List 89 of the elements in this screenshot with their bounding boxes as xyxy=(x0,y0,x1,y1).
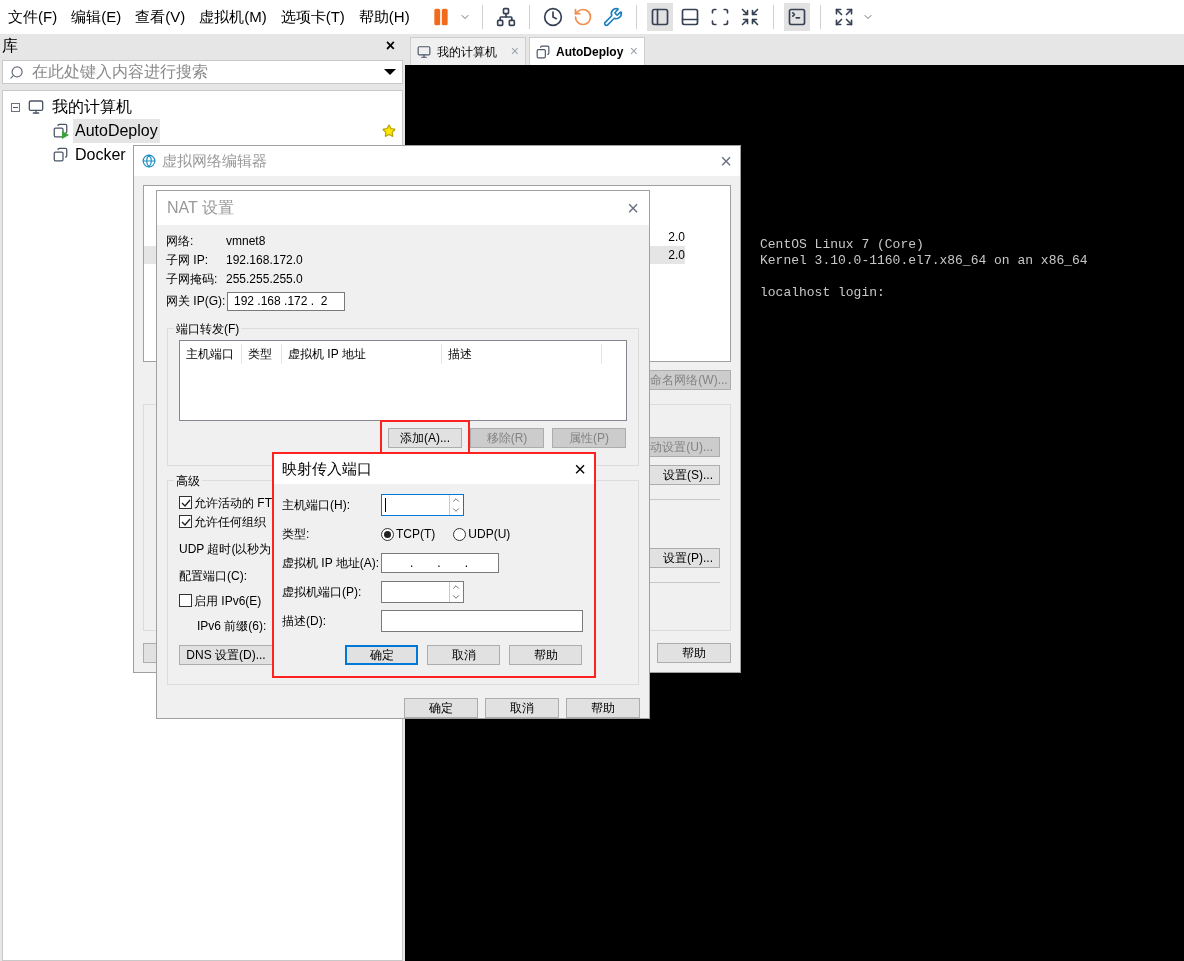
tree-item[interactable]: AutoDeploy xyxy=(73,119,160,143)
menu-item[interactable]: 查看(V) xyxy=(135,5,186,29)
panel-left-icon xyxy=(649,7,670,27)
menu-item[interactable]: 虚拟机(M) xyxy=(199,5,267,29)
column-header: 描述 xyxy=(442,344,602,364)
checkbox[interactable] xyxy=(179,594,192,607)
search-placeholder: 在此处键入内容进行搜索 xyxy=(32,62,209,82)
group-label: 端口转发(F) xyxy=(174,320,242,338)
dialog-title: NAT 设置 xyxy=(167,198,235,218)
toolbar-button[interactable] xyxy=(646,3,673,31)
globe-icon xyxy=(142,154,156,168)
fullscreen-icon xyxy=(709,7,730,27)
spin-field[interactable] xyxy=(381,581,464,603)
panel-bottom-icon xyxy=(679,7,700,27)
field-label: 网关 IP(G): xyxy=(166,293,227,310)
field-label: 虚拟机 IP 地址(A): xyxy=(282,555,381,572)
field-label: 主机端口(H): xyxy=(282,497,351,514)
close-button[interactable]: × xyxy=(574,454,586,484)
collapse-toggle[interactable] xyxy=(11,102,20,112)
console-line: Kernel 3.10.0-1160.el7.x86_64 on an x86_64 xyxy=(760,253,1089,269)
expand-icon xyxy=(833,7,854,27)
table-cell-text: 2.0 xyxy=(668,247,685,264)
tree-item[interactable]: Docker xyxy=(73,143,128,167)
field-label: 网络: xyxy=(166,232,195,250)
clock-icon xyxy=(542,7,563,27)
column-header: 类型 xyxy=(242,344,282,364)
monitor-icon xyxy=(28,99,44,115)
field-label: 虚拟机端口(P): xyxy=(282,584,363,601)
field-label: 子网 IP: xyxy=(166,251,209,269)
radio-button[interactable] xyxy=(453,527,467,541)
field-value: vmnet8 xyxy=(226,232,266,250)
close-button[interactable]: × xyxy=(627,193,639,223)
wrench-icon xyxy=(602,7,623,27)
field-value: 192.168.172.0 xyxy=(226,251,303,269)
field-value: 255.255.255.0 xyxy=(226,270,303,288)
dialog-button[interactable]: 取消 xyxy=(427,645,500,665)
checkbox[interactable] xyxy=(179,515,192,528)
radio-label: TCP(T) xyxy=(396,526,436,543)
tab[interactable]: AutoDeploy × xyxy=(529,37,645,65)
dialog-button[interactable]: 帮助 xyxy=(509,645,582,665)
terminal-icon xyxy=(786,7,807,27)
monitor-icon xyxy=(417,44,431,59)
field-label: 配置端口(C): xyxy=(179,567,247,585)
dialog-button[interactable]: 帮助 xyxy=(566,698,640,718)
description-field[interactable] xyxy=(381,610,583,632)
search-icon xyxy=(9,64,24,80)
checkbox[interactable] xyxy=(179,496,192,509)
dialog-title: 映射传入端口 xyxy=(282,458,373,479)
ip-field[interactable]: 192 .168 .172 . 2 xyxy=(227,291,345,311)
close-button[interactable]: × xyxy=(720,146,732,176)
field-label: UDP 超时(以秒为 xyxy=(179,540,272,558)
close-button[interactable]: × xyxy=(385,34,395,58)
dialog-button[interactable]: 取消 xyxy=(485,698,559,718)
spin-field[interactable] xyxy=(381,494,464,516)
dialog-button[interactable]: 确定 xyxy=(345,645,418,665)
checkbox-label: 允许活动的 FT xyxy=(194,494,272,512)
dialog-button[interactable]: 确定 xyxy=(404,698,478,718)
network-icon xyxy=(495,7,516,27)
ip-field[interactable]: . . . xyxy=(381,553,499,573)
column-header: 虚拟机 IP 地址 xyxy=(282,344,442,364)
window-title: 虚拟网络编辑器 xyxy=(162,150,268,171)
search-field[interactable]: 在此处键入内容进行搜索 xyxy=(2,60,403,84)
field-label: 子网掩码: xyxy=(166,270,219,288)
menu-item[interactable]: 选项卡(T) xyxy=(280,5,345,29)
dialog-button[interactable]: 帮助 xyxy=(657,643,731,663)
console-line: localhost login: xyxy=(760,285,886,301)
text-cursor xyxy=(385,498,386,512)
menu-item[interactable]: 编辑(E) xyxy=(71,5,122,29)
menu-item[interactable]: 帮助(H) xyxy=(358,5,410,29)
checkbox-label: 允许任何组织 xyxy=(194,513,266,531)
vm-icon xyxy=(536,44,550,59)
radio-button[interactable] xyxy=(381,527,394,541)
radio-label: UDP(U) xyxy=(468,526,511,543)
field-label: 描述(D): xyxy=(282,613,327,630)
column-header: 主机端口 xyxy=(180,344,242,364)
shrink-icon xyxy=(739,7,760,27)
checkbox-label: 启用 IPv6(E) xyxy=(194,592,262,610)
console-line: CentOS Linux 7 (Core) xyxy=(760,237,925,253)
rotate-icon xyxy=(572,7,593,27)
tree-item[interactable]: 我的计算机 xyxy=(52,95,132,119)
dropdown-icon[interactable] xyxy=(384,69,396,75)
dialog-button[interactable]: DNS 设置(D)... xyxy=(179,645,273,665)
group-label: 高级 xyxy=(174,472,202,490)
tab[interactable]: 我的计算机 × xyxy=(410,37,526,65)
menu-item[interactable]: 文件(F) xyxy=(8,5,58,29)
toolbar-button[interactable] xyxy=(783,3,810,31)
panel-title: 库 xyxy=(2,36,18,56)
field-label: IPv6 前缀(6): xyxy=(197,617,267,635)
field-label: 类型: xyxy=(282,526,311,543)
